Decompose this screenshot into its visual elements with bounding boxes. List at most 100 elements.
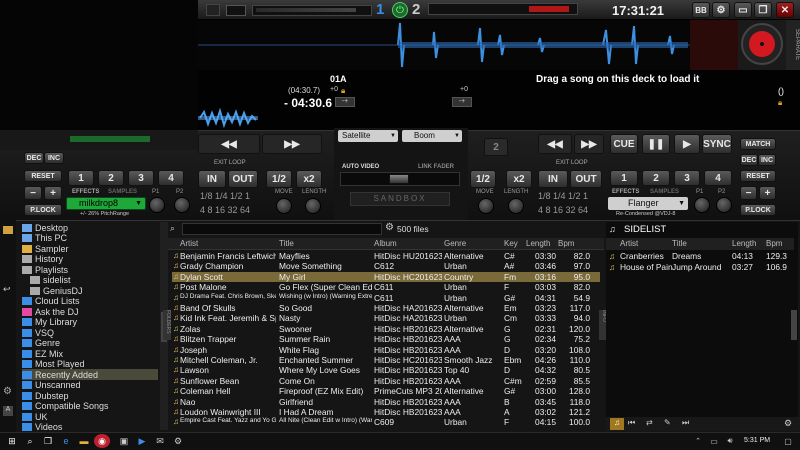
browser-gear-icon[interactable]: ⚙ [3, 386, 12, 397]
deck-left-reset-button[interactable]: RESET [24, 170, 62, 182]
table-row[interactable]: ♫ Benjamin Francis Leftwich Mayflies HitDis… [172, 251, 600, 261]
store-icon[interactable]: ▣ [116, 434, 132, 448]
column-header[interactable]: Genre [444, 239, 466, 250]
folder-item[interactable]: Unscanned [22, 380, 81, 391]
settings-icon[interactable]: ⚙ [170, 434, 186, 448]
mail-icon[interactable]: ✉ [152, 434, 168, 448]
folder-item[interactable]: GeniusDJ [30, 285, 83, 296]
sidelist-column-header[interactable]: Bpm [766, 239, 782, 250]
deck-right-loop-prev[interactable]: ◀◀ [538, 134, 572, 154]
deck-left-hotcue-3[interactable]: 3 [128, 170, 154, 186]
taskbar-search-icon[interactable]: ⌕ [22, 434, 38, 448]
deck-left-loop-sizes-2[interactable]: 4 8 16 32 64 [200, 205, 250, 215]
sidelist-column-header[interactable]: Length [732, 239, 756, 250]
table-row[interactable]: ♫ Lawson Where My Love Goes HitDisc HB20162… [172, 365, 600, 375]
back-icon[interactable]: ↩ [3, 284, 11, 295]
restore-icon[interactable]: ❐ [754, 2, 772, 18]
folder-item[interactable]: Ask the DJ [22, 306, 79, 317]
deck-right-in-button[interactable]: IN [538, 170, 568, 188]
deck-right-play-button[interactable]: ▶ [674, 134, 700, 154]
column-header[interactable]: Bpm [558, 239, 574, 250]
deck-right-cue-button[interactable]: CUE [610, 134, 638, 154]
table-row[interactable]: ♫ Joseph White Flag HitDisc HB201623 AAA D 03:… [172, 345, 600, 355]
deck-right-sync-button[interactable]: SYNC [702, 134, 732, 154]
deck-left-effect-select[interactable]: milkdrop8 ▼ [66, 197, 146, 210]
table-row[interactable]: ♫ Loudon Wainwright III I Had A Dream HitDi… [172, 407, 600, 417]
lock-icon[interactable]: 🔒︎ [341, 86, 345, 96]
folder-item[interactable]: Dubstep [22, 390, 69, 401]
forward-icon[interactable]: ⏭ [682, 418, 689, 428]
explorer-icon[interactable]: ▬ [76, 434, 92, 448]
sandbox-label[interactable]: SANDBOX [350, 192, 450, 206]
table-row[interactable]: ♫ DJ Drama Feat. Chris Brown, Ske... Wishi… [172, 293, 600, 303]
deck-left-exit-loop[interactable]: EXIT LOOP [214, 160, 246, 166]
separate-label[interactable]: SEPARATE [786, 20, 800, 70]
sidelist-column-header[interactable]: Title [672, 239, 687, 250]
deck-right-match-button[interactable]: MATCH [740, 138, 776, 150]
deck-right-half-button[interactable]: 1/2 [470, 170, 496, 188]
table-row[interactable]: ♫ Mitchell Coleman, Jr. Enchanted Summer Hi… [172, 355, 600, 365]
folder-item[interactable]: Cloud Lists [22, 296, 80, 307]
deck-left-plus-button[interactable]: + [44, 186, 62, 200]
deck-right-loop-sizes[interactable]: 1/8 1/4 1/2 1 [538, 191, 588, 201]
volume-icon[interactable]: 🔊︎ [722, 434, 738, 448]
deck-right-double-button[interactable]: x2 [506, 170, 532, 188]
deck-left-minus-button[interactable]: − [24, 186, 42, 200]
table-row[interactable]: ♫ Post Malone Go Flex (Super Clean Edit) C6… [172, 282, 600, 292]
folder-item[interactable]: Genre [22, 338, 60, 349]
deck-left-p1-knob[interactable] [149, 197, 165, 213]
note-icon[interactable]: ♫ [610, 418, 624, 430]
minimize-icon[interactable]: ▭ [734, 2, 752, 18]
folder-item[interactable]: Most Played [22, 359, 85, 370]
column-header[interactable]: Artist [180, 239, 198, 250]
video-crossfader[interactable] [340, 172, 460, 186]
deck-right-hotcue-3[interactable]: 3 [674, 170, 700, 186]
deck-left-loop-sizes[interactable]: 1/8 1/4 1/2 1 [200, 191, 250, 201]
deck-left-waveform[interactable] [198, 107, 446, 129]
deck-right-effect-select[interactable]: Flanger ▼ [608, 197, 688, 210]
deck-left-double-button[interactable]: x2 [296, 170, 322, 188]
folder-item[interactable]: UK [22, 411, 48, 422]
deck-left-half-button[interactable]: 1/2 [266, 170, 292, 188]
video-source-select[interactable]: Satellite ▼ [338, 130, 398, 142]
sidelist-column-header[interactable]: Artist [620, 239, 638, 250]
deck-right-out-button[interactable]: OUT [570, 170, 602, 188]
deck-left-hotcue-1[interactable]: 1 [68, 170, 94, 186]
virtualdj-icon[interactable]: ◉ [94, 434, 110, 448]
edit-icon[interactable]: ✎ [664, 418, 671, 427]
folder-item[interactable]: Recently Added [22, 369, 158, 380]
deck-right-move-knob[interactable] [478, 198, 494, 214]
deck-left-dec-button[interactable]: DEC [24, 152, 44, 164]
waveform-overview[interactable] [198, 20, 738, 70]
deck-left-hotcue-2[interactable]: 2 [98, 170, 124, 186]
table-row[interactable]: ♫ Blitzen Trapper Summer Rain HitDisc HB201… [172, 334, 600, 344]
deck-left-inc-button[interactable]: INC [44, 152, 64, 164]
video-effect-select[interactable]: Boom ▼ [402, 130, 462, 142]
table-row[interactable]: ♫ Empire Cast Feat. Yazz and Yo G... All N… [172, 417, 600, 427]
deck-right-hotcue-4[interactable]: 4 [704, 170, 732, 186]
power-icon[interactable]: ⏻ [392, 2, 408, 18]
close-icon[interactable]: ✕ [776, 2, 794, 18]
a-icon[interactable]: A [3, 406, 13, 416]
table-row[interactable]: ♫ Nao Girlfriend HitDisc HB201623 AAA B 03:45 1… [172, 397, 600, 407]
table-row[interactable]: ♫ Sunflower Bean Come On HitDisc HB201623 AA… [172, 376, 600, 386]
sidelist-gear-icon[interactable]: ⚙ [784, 418, 792, 429]
tray-chevron-icon[interactable]: ⌃ [690, 434, 706, 448]
deck-right-minus-button[interactable]: − [740, 186, 757, 200]
rewind-icon[interactable]: ⏮ [628, 418, 635, 428]
deck-right-hotcue-2[interactable]: 2 [642, 170, 670, 186]
sidelist-scrollbar[interactable] [791, 310, 797, 340]
search-input[interactable] [182, 223, 382, 235]
table-row[interactable]: ♫ Zolas Swooner HitDisc HB201623 Alternative… [172, 324, 600, 334]
deck-left-pitch-buttons[interactable]: -+ [335, 97, 355, 107]
table-row[interactable]: ♫Kid Ink Feat. Jeremih & SpiceNasty HitDi… [172, 313, 600, 323]
deck-left-in-button[interactable]: IN [198, 170, 226, 188]
settings-gear-icon[interactable]: ⚙ [712, 2, 730, 18]
deck-left-hotcue-4[interactable]: 4 [158, 170, 184, 186]
folder-icon[interactable] [3, 226, 13, 234]
network-icon[interactable]: ▭ [706, 434, 722, 448]
link-fader-label[interactable]: LINK FADER [418, 164, 454, 170]
deck-right-lock-icon[interactable]: 🔒︎ [778, 98, 782, 108]
deck-right-plock-button[interactable]: P.LOCK [740, 204, 776, 216]
sidelist-row[interactable]: ♫ House of Pain Jump Around 03:27 106.9 [609, 262, 791, 272]
